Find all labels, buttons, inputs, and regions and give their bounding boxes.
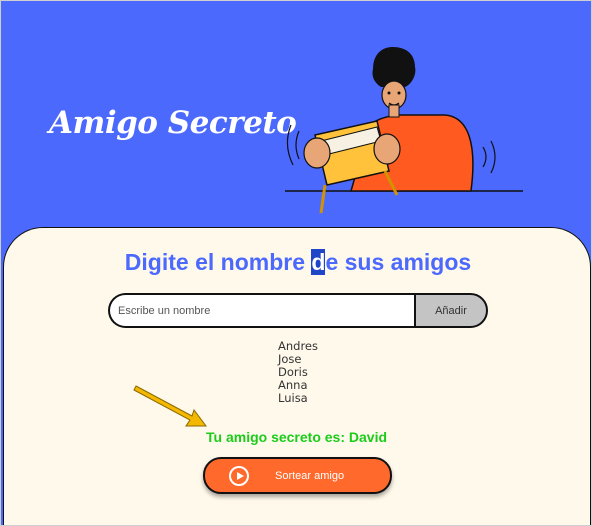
friends-list: Andres Jose Doris Anna Luisa <box>278 340 318 405</box>
input-group: Añadir <box>108 293 488 328</box>
result-text: Tu amigo secreto es: David <box>206 429 388 445</box>
add-button[interactable]: Añadir <box>414 293 488 328</box>
app-window: Amigo Secreto Digite el nombre de sus am… <box>0 0 592 526</box>
hero-banner: Amigo Secreto <box>1 1 591 241</box>
arrow-icon <box>133 385 207 427</box>
list-item: Luisa <box>278 391 308 405</box>
section-title: Digite el nombre de sus amigos <box>4 249 591 276</box>
person-holding-box-illustration <box>285 47 523 214</box>
heading-part: e sus amigos <box>325 249 472 275</box>
draw-friend-button[interactable]: Sortear amigo <box>203 457 392 494</box>
heading-part: Digite el nombre <box>124 249 312 275</box>
friend-name-input[interactable] <box>108 293 418 328</box>
draw-button-label: Sortear amigo <box>275 470 345 482</box>
app-title: Amigo Secreto <box>49 105 297 141</box>
play-circle-icon <box>229 466 249 486</box>
main-panel: Digite el nombre de sus amigos Añadir An… <box>3 227 591 525</box>
heading-highlight: d <box>311 249 326 275</box>
